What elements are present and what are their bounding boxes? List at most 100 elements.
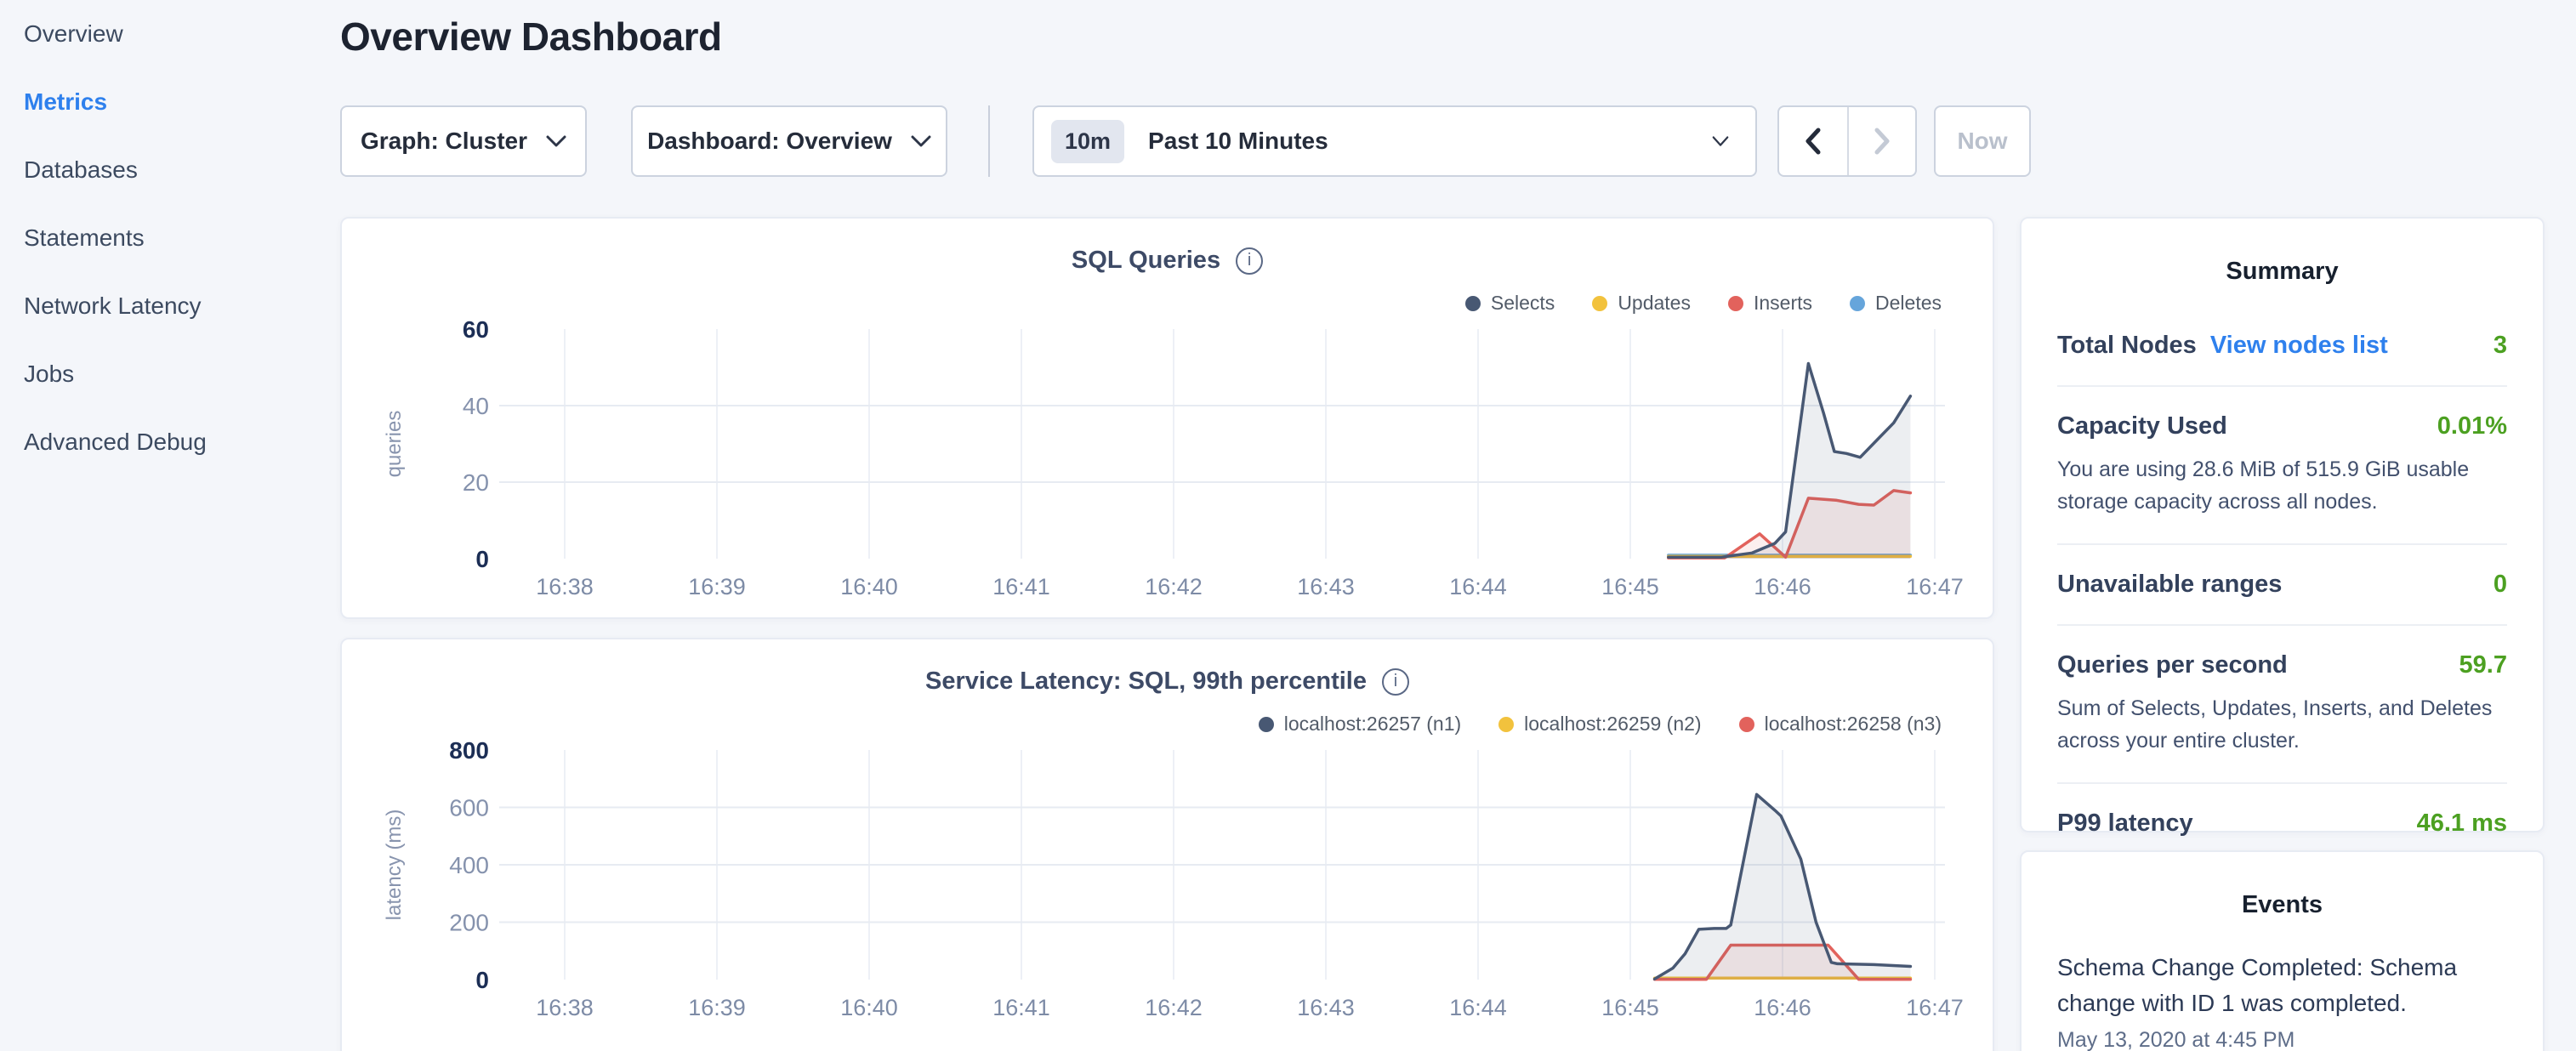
- event-timestamp: May 13, 2020 at 4:45 PM: [2057, 1028, 2507, 1051]
- svg-text:800: 800: [449, 741, 489, 764]
- summary-label: Queries per second: [2057, 651, 2288, 679]
- chevron-down-icon: [546, 135, 566, 148]
- svg-text:16:44: 16:44: [1449, 995, 1507, 1020]
- service-latency-chart-card: Service Latency: SQL, 99th percentile i …: [340, 638, 1994, 1051]
- summary-label: Total Nodes: [2057, 332, 2197, 360]
- sidebar: Overview Metrics Databases Statements Ne…: [0, 0, 337, 1051]
- summary-value: 0: [2494, 571, 2507, 599]
- legend-dot: [1739, 717, 1754, 732]
- svg-text:16:46: 16:46: [1754, 995, 1811, 1020]
- svg-text:16:46: 16:46: [1754, 574, 1811, 599]
- svg-text:16:44: 16:44: [1449, 574, 1507, 599]
- dashboard-label: Dashboard: Overview: [647, 128, 892, 155]
- sidebar-item-metrics[interactable]: Metrics: [0, 68, 337, 136]
- legend-dot: [1465, 296, 1481, 311]
- sidebar-item-databases[interactable]: Databases: [0, 136, 337, 204]
- legend-item: Inserts: [1728, 292, 1812, 315]
- sidebar-item-statements[interactable]: Statements: [0, 204, 337, 272]
- summary-title: Summary: [2057, 258, 2507, 286]
- graph-scope-label: Graph: Cluster: [361, 128, 527, 155]
- events-panel: Events Schema Change Completed: Schema c…: [2020, 850, 2545, 1051]
- summary-row-unavailable-ranges: Unavailable ranges 0: [2057, 545, 2507, 626]
- svg-text:20: 20: [463, 469, 489, 496]
- summary-label: Capacity Used: [2057, 412, 2227, 440]
- time-range-badge: 10m: [1051, 120, 1124, 163]
- legend-dot: [1728, 296, 1743, 311]
- sidebar-item-network-latency[interactable]: Network Latency: [0, 272, 337, 340]
- legend-label: localhost:26257 (n1): [1284, 713, 1461, 736]
- time-range-pager: [1777, 105, 1917, 177]
- summary-value: 59.7: [2459, 651, 2507, 679]
- chevron-down-icon: [1711, 135, 1730, 148]
- svg-text:16:43: 16:43: [1297, 995, 1355, 1020]
- event-item[interactable]: Schema Change Completed: Schema change w…: [2057, 950, 2507, 1051]
- svg-text:16:47: 16:47: [1906, 995, 1964, 1020]
- legend-item: localhost:26257 (n1): [1259, 713, 1461, 736]
- svg-text:400: 400: [449, 852, 489, 878]
- svg-text:200: 200: [449, 910, 489, 936]
- summary-label: P99 latency: [2057, 810, 2193, 838]
- legend-item: localhost:26258 (n3): [1739, 713, 1942, 736]
- svg-text:16:39: 16:39: [688, 995, 746, 1020]
- dashboard-controls: Graph: Cluster Dashboard: Overview 10m P…: [340, 105, 2031, 177]
- svg-text:16:45: 16:45: [1601, 995, 1659, 1020]
- legend-label: localhost:26258 (n3): [1765, 713, 1942, 736]
- summary-value: 0.01%: [2437, 412, 2507, 440]
- info-icon[interactable]: i: [1236, 247, 1263, 275]
- svg-text:16:47: 16:47: [1906, 574, 1964, 599]
- chevron-down-icon: [911, 135, 931, 148]
- legend-item: localhost:26259 (n2): [1498, 713, 1701, 736]
- legend-label: Deletes: [1875, 292, 1942, 315]
- chart-title: SQL Queries: [1072, 247, 1220, 275]
- chart-legend: Selects Updates Inserts Deletes: [1465, 292, 1942, 315]
- legend-item: Deletes: [1850, 292, 1942, 315]
- dashboard-dropdown[interactable]: Dashboard: Overview: [631, 105, 947, 177]
- legend-label: localhost:26259 (n2): [1524, 713, 1701, 736]
- graph-scope-dropdown[interactable]: Graph: Cluster: [340, 105, 587, 177]
- svg-text:16:40: 16:40: [840, 995, 898, 1020]
- sql-queries-chart-card: SQL Queries i Selects Updates Inserts De…: [340, 217, 1994, 619]
- chart-title: Service Latency: SQL, 99th percentile: [925, 668, 1367, 696]
- previous-range-button[interactable]: [1779, 107, 1847, 175]
- events-title: Events: [2057, 891, 2507, 919]
- sidebar-item-advanced-debug[interactable]: Advanced Debug: [0, 408, 337, 476]
- svg-text:16:39: 16:39: [688, 574, 746, 599]
- svg-text:16:38: 16:38: [536, 574, 594, 599]
- next-range-button[interactable]: [1847, 107, 1915, 175]
- summary-description: Sum of Selects, Updates, Inserts, and De…: [2057, 693, 2507, 757]
- legend-dot: [1259, 717, 1274, 732]
- svg-text:40: 40: [463, 393, 489, 419]
- svg-text:16:41: 16:41: [992, 995, 1050, 1020]
- summary-label: Unavailable ranges: [2057, 571, 2282, 599]
- legend-dot: [1850, 296, 1865, 311]
- legend-dot: [1498, 717, 1514, 732]
- legend-item: Selects: [1465, 292, 1555, 315]
- svg-text:16:40: 16:40: [840, 574, 898, 599]
- chevron-left-icon: [1802, 127, 1824, 156]
- summary-value: 46.1 ms: [2417, 810, 2507, 838]
- legend-label: Selects: [1491, 292, 1555, 315]
- summary-description: You are using 28.6 MiB of 515.9 GiB usab…: [2057, 454, 2507, 518]
- svg-text:16:42: 16:42: [1145, 574, 1203, 599]
- svg-text:16:42: 16:42: [1145, 995, 1203, 1020]
- svg-text:16:38: 16:38: [536, 995, 594, 1020]
- service-latency-plot[interactable]: 16:38 16:39 16:40 16:41 16:42 16:43 16:44 16:45…: [365, 741, 1971, 1026]
- summary-row-capacity-used: Capacity Used 0.01% You are using 28.6 M…: [2057, 387, 2507, 545]
- sql-queries-plot[interactable]: 16:3816:3916:4016:4116:4216:4316:4416:45…: [365, 321, 1971, 605]
- legend-item: Updates: [1592, 292, 1691, 315]
- summary-row-total-nodes: Total Nodes View nodes list 3: [2057, 306, 2507, 387]
- svg-text:60: 60: [463, 321, 489, 343]
- info-icon[interactable]: i: [1382, 668, 1409, 696]
- svg-text:latency (ms): latency (ms): [383, 810, 406, 921]
- svg-text:16:45: 16:45: [1601, 574, 1659, 599]
- svg-text:0: 0: [475, 546, 489, 572]
- sidebar-item-jobs[interactable]: Jobs: [0, 340, 337, 408]
- now-button[interactable]: Now: [1934, 105, 2031, 177]
- svg-text:queries: queries: [383, 411, 406, 478]
- view-nodes-list-link[interactable]: View nodes list: [2210, 332, 2388, 360]
- time-range-picker[interactable]: 10m Past 10 Minutes: [1032, 105, 1757, 177]
- summary-panel: Summary Total Nodes View nodes list 3 Ca…: [2020, 217, 2545, 832]
- chart-legend: localhost:26257 (n1) localhost:26259 (n2…: [1259, 713, 1942, 736]
- legend-label: Updates: [1618, 292, 1691, 315]
- sidebar-item-overview[interactable]: Overview: [0, 0, 337, 68]
